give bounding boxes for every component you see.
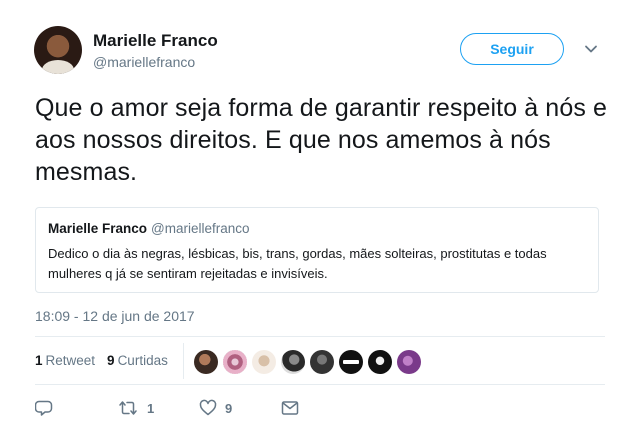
quoted-header: Marielle Franco @mariellefranco bbox=[48, 221, 586, 236]
liker-avatar[interactable] bbox=[397, 350, 421, 374]
liker-avatar[interactable] bbox=[339, 350, 363, 374]
engagement-stats: 1 Retweet 9 Curtidas bbox=[35, 353, 168, 368]
heart-icon bbox=[199, 399, 217, 416]
like-count: 9 bbox=[225, 400, 233, 416]
message-icon bbox=[281, 401, 299, 415]
author-handle[interactable]: @mariellefranco bbox=[93, 54, 195, 70]
retweet-count: 1 bbox=[147, 400, 155, 416]
timestamp[interactable]: 18:09 - 12 de jun de 2017 bbox=[35, 308, 195, 324]
author-name[interactable]: Marielle Franco bbox=[93, 31, 218, 51]
quoted-author-handle: @mariellefranco bbox=[151, 221, 250, 236]
follow-button[interactable]: Seguir bbox=[460, 33, 564, 65]
liker-avatar[interactable] bbox=[368, 350, 392, 374]
direct-message-button[interactable] bbox=[281, 399, 299, 417]
like-button[interactable]: 9 bbox=[199, 399, 281, 417]
tweet-actions: 1 9 bbox=[35, 399, 299, 417]
likes-label: Curtidas bbox=[117, 353, 168, 368]
stats-separator bbox=[183, 343, 184, 379]
divider bbox=[35, 336, 605, 337]
retweets-stat[interactable]: 1 Retweet bbox=[35, 353, 95, 368]
divider bbox=[35, 384, 605, 385]
retweet-icon bbox=[119, 401, 137, 415]
reply-icon bbox=[35, 400, 53, 416]
quoted-text: Dedico o dia às negras, lésbicas, bis, t… bbox=[48, 246, 547, 281]
liker-avatar[interactable] bbox=[223, 350, 247, 374]
liker-avatar[interactable] bbox=[281, 350, 305, 374]
likes-stat[interactable]: 9 Curtidas bbox=[107, 353, 168, 368]
chevron-down-icon[interactable] bbox=[584, 42, 598, 56]
tweet-text: Que o amor seja forma de garantir respei… bbox=[35, 94, 607, 186]
retweets-label: Retweet bbox=[45, 353, 96, 368]
author-avatar[interactable] bbox=[34, 26, 82, 74]
liker-avatar[interactable] bbox=[252, 350, 276, 374]
liker-avatar[interactable] bbox=[194, 350, 218, 374]
quoted-tweet[interactable]: Marielle Franco @mariellefranco Dedico o … bbox=[35, 207, 599, 293]
retweet-button[interactable]: 1 bbox=[117, 399, 199, 417]
liker-avatars bbox=[194, 350, 421, 374]
quoted-author-name: Marielle Franco bbox=[48, 221, 148, 236]
liker-avatar[interactable] bbox=[310, 350, 334, 374]
reply-button[interactable] bbox=[35, 399, 117, 417]
retweets-count: 1 bbox=[35, 353, 43, 368]
likes-count: 9 bbox=[107, 353, 115, 368]
